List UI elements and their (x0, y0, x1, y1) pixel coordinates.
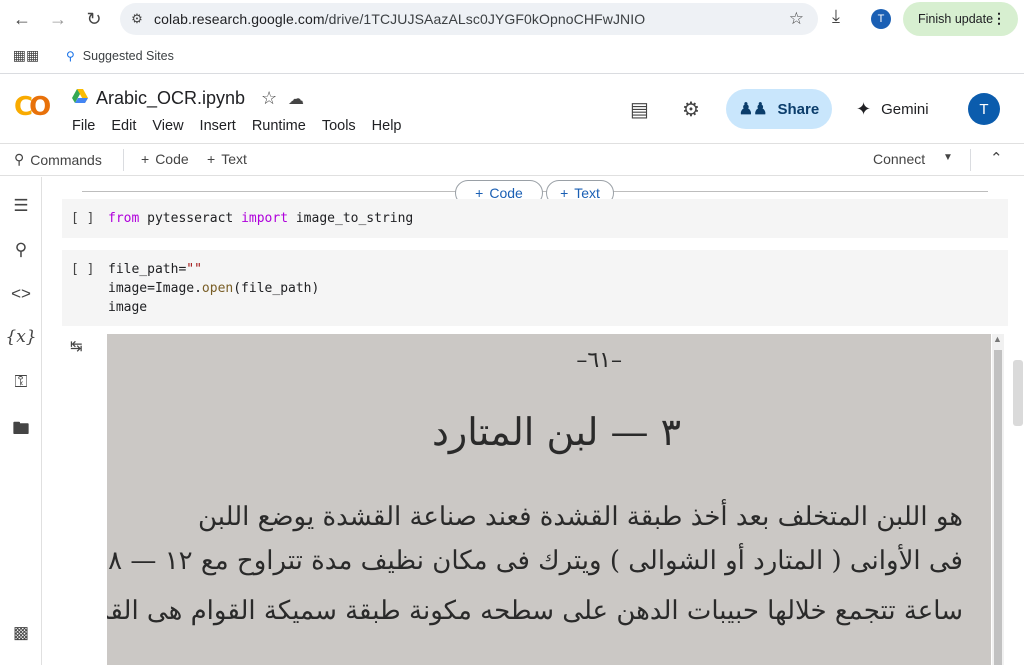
add-code-button[interactable]: + Code (141, 151, 189, 167)
download-icon[interactable]: ⤓ (832, 6, 840, 27)
account-avatar[interactable]: T (968, 93, 1000, 125)
menu-runtime[interactable]: Runtime (252, 118, 306, 134)
find-icon[interactable]: ⚲ (0, 240, 42, 260)
scan-page-number: –٦١– (576, 348, 622, 373)
code-line: from pytesseract import image_to_string (108, 211, 414, 226)
menu-file[interactable]: File (72, 118, 95, 134)
add-text-label: Text (221, 151, 247, 167)
connect-button[interactable]: Connect (873, 151, 925, 167)
scan-heading: ٣ — لبن المتارد (431, 410, 681, 454)
address-bar[interactable]: ⚙ colab.research.google.com/drive/1TCJUJ… (120, 3, 818, 35)
notebook-area: + Code + Text [ ] from pytesseract impor… (42, 177, 1024, 665)
code-cell[interactable]: [ ] from pytesseract import image_to_str… (62, 199, 1008, 238)
code-line: file_path="" (108, 262, 202, 277)
share-button[interactable]: ♟♟ Share (726, 89, 832, 129)
plus-icon: + (141, 151, 150, 167)
run-cell-button[interactable]: [ ] (71, 211, 94, 226)
toolbar-divider (123, 149, 124, 171)
search-icon: ⚲ (14, 151, 25, 167)
colab-header: CO Arabic_OCR.ipynb ☆ ☁ File Edit View I… (0, 75, 1024, 143)
settings-gear-icon[interactable]: ⚙ (682, 97, 700, 122)
colab-logo[interactable]: CO (14, 92, 51, 122)
terminal-icon[interactable]: ▩ (0, 623, 42, 643)
comment-icon[interactable]: ▤ (630, 97, 649, 122)
scan-text-line: ساعة تتجمع خلالها حبيبات الدهن على سطحه … (107, 596, 963, 626)
bookmark-label: Suggested Sites (82, 48, 174, 63)
notebook-toolbar: ⚲ Commands + Code + Text Connect ▼ ⌃ (0, 143, 1024, 176)
menu-tools[interactable]: Tools (322, 118, 356, 134)
share-label: Share (777, 100, 820, 118)
run-cell-button[interactable]: [ ] (71, 262, 94, 277)
menu-insert[interactable]: Insert (200, 118, 236, 134)
toolbar-divider (970, 149, 971, 171)
code-editor[interactable]: from pytesseract import image_to_string (108, 209, 413, 228)
scan-text-line: هو اللبن المتخلف بعد أخذ طبقة القشدة فعن… (197, 502, 963, 532)
notebook-title[interactable]: Arabic_OCR.ipynb (96, 88, 245, 109)
commands-button[interactable]: ⚲ Commands (14, 151, 102, 168)
secrets-key-icon[interactable]: ⚿ (0, 372, 42, 392)
bookmarks-bar: ▦▦ ⚲ Suggested Sites (0, 38, 1024, 74)
plus-icon: + (207, 151, 216, 167)
people-icon: ♟♟ (738, 101, 768, 118)
bookmark-suggested-sites[interactable]: ⚲ Suggested Sites (52, 49, 174, 63)
code-line: image (108, 300, 148, 315)
add-code-label: Code (155, 151, 189, 167)
code-line: image=Image.open(file_path) (108, 281, 320, 296)
search-icon: ⚲ (66, 48, 75, 63)
gemini-spark-icon: ✦ (856, 99, 872, 119)
gemini-label: Gemini (881, 101, 929, 118)
back-arrow-icon[interactable]: ← (4, 1, 40, 37)
google-drive-icon (72, 89, 88, 103)
code-cell[interactable]: [ ] file_path="" image=Image.open(file_p… (62, 250, 1008, 326)
output-scrollbar[interactable]: ▲ (992, 334, 1004, 665)
gemini-button[interactable]: ✦ Gemini (856, 99, 929, 120)
add-text-button[interactable]: + Text (207, 151, 247, 167)
more-vert-icon[interactable]: ⋮ (992, 10, 1006, 27)
code-editor[interactable]: file_path="" image=Image.open(file_path)… (108, 260, 319, 317)
reload-icon[interactable]: ↻ (76, 1, 112, 37)
menu-edit[interactable]: Edit (111, 118, 136, 134)
chevron-up-icon[interactable]: ⌃ (990, 149, 1003, 167)
finish-update-label: Finish update (918, 12, 994, 26)
apps-grid-icon[interactable]: ▦▦ (0, 47, 52, 64)
site-info-icon[interactable]: ⚙ (120, 11, 154, 27)
left-sidebar: ☰ ⚲ <> {x} ⚿ 🖿 ▩ (0, 177, 42, 665)
scan-text-line: فى الأوانى ( المتارد أو الشوالى ) ويترك … (107, 546, 963, 576)
cloud-saved-icon[interactable]: ☁ (288, 89, 304, 109)
url-text: colab.research.google.com/drive/1TCJUJSA… (154, 11, 646, 27)
code-snippets-icon[interactable]: <> (0, 284, 42, 304)
forward-arrow-icon[interactable]: → (40, 1, 76, 37)
bookmark-star-icon[interactable]: ☆ (789, 9, 804, 29)
page-scrollbar-thumb[interactable] (1013, 360, 1023, 426)
browser-profile-avatar[interactable]: T (871, 9, 891, 29)
output-image: –٦١– ٣ — لبن المتارد هو اللبن المتخلف بع… (107, 334, 991, 665)
star-icon[interactable]: ☆ (261, 88, 277, 109)
variables-icon[interactable]: {x} (0, 327, 42, 347)
scroll-up-arrow-icon[interactable]: ▲ (993, 334, 1002, 344)
table-of-contents-icon[interactable]: ☰ (0, 196, 42, 216)
browser-toolbar: ← → ↻ ⚙ colab.research.google.com/drive/… (0, 0, 1024, 38)
menu-view[interactable]: View (152, 118, 183, 134)
menu-bar: File Edit View Insert Runtime Tools Help (72, 118, 418, 134)
files-folder-icon[interactable]: 🖿 (0, 416, 42, 445)
caret-down-icon[interactable]: ▼ (943, 152, 953, 163)
page-scrollbar[interactable] (1012, 177, 1024, 665)
finish-update-button[interactable]: Finish update ⋮ (903, 2, 1018, 36)
output-scrollbar-thumb[interactable] (994, 350, 1002, 665)
commands-label: Commands (30, 151, 102, 168)
menu-help[interactable]: Help (372, 118, 402, 134)
output-actions-icon[interactable]: ↹ (70, 337, 83, 355)
